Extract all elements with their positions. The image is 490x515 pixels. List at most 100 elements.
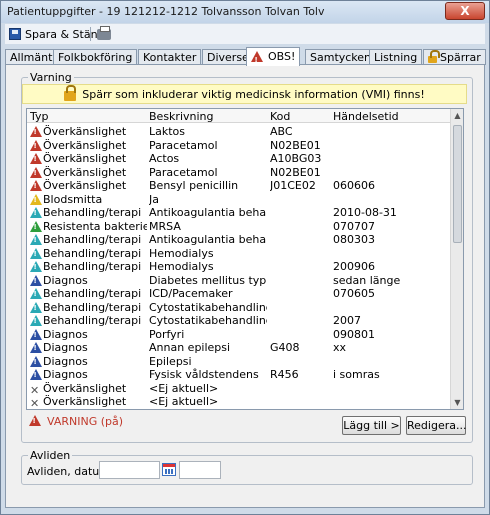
cell-handelsetid: 2007 <box>333 314 361 327</box>
tab-folkbokforing[interactable]: Folkbokföring <box>53 49 138 65</box>
avliden-time-input[interactable] <box>179 461 221 479</box>
cell-typ-text: Behandling/terapi <box>43 206 142 219</box>
table-row[interactable]: Behandling/terapi Hemodialys 200906 <box>27 259 450 273</box>
edit-button[interactable]: Redigera... <box>406 416 466 435</box>
cell-kod: N02BE01 <box>270 165 321 179</box>
table-row[interactable]: ✕ Överkänslighet <Ej aktuell> <box>27 381 450 396</box>
tab-samtycken[interactable]: Samtycken <box>305 49 377 65</box>
table-row[interactable]: Behandling/terapi ICD/Pacemaker 070605 <box>27 286 450 300</box>
tab-sparrar[interactable]: Spärrar <box>423 49 486 65</box>
cell-typ: Behandling/terapi <box>30 287 147 300</box>
toolbar-separator <box>90 27 91 41</box>
table-row[interactable]: Diagnos Epilepsi <box>27 354 450 368</box>
tab-obs[interactable]: OBS! <box>246 47 301 67</box>
cell-handelsetid: 060606 <box>333 179 375 192</box>
cell-typ: Diagnos <box>30 368 147 381</box>
cell-beskrivning: Actos <box>149 152 180 165</box>
cell-beskrivning: Bensyl penicillin <box>149 179 239 192</box>
table-row[interactable]: Diagnos Annan epilepsi G408 xx <box>27 340 450 354</box>
cell-typ: Behandling/terapi <box>30 247 147 260</box>
warning-status-text: VARNING (på) <box>47 415 124 428</box>
table-row[interactable]: ✕ Överkänslighet <Ej aktuell> <box>27 394 450 409</box>
column-header-handelsetid[interactable]: Händelsetid <box>333 110 433 123</box>
green-warning-icon <box>30 220 42 232</box>
table-row[interactable]: Behandling/terapi Hemodialys <box>27 246 450 260</box>
cell-kod: R456 <box>270 368 299 381</box>
cell-typ-text: Överkänslighet <box>43 381 127 395</box>
cell-typ-text: Behandling/terapi <box>43 314 142 327</box>
table-row[interactable]: Behandling/terapi Cytostatikabehandling <box>27 300 450 314</box>
cell-typ: Överkänslighet <box>30 139 147 152</box>
table-row[interactable]: Resistenta bakterierMRSA 070707 <box>27 219 450 233</box>
cell-beskrivning: Cytostatikabehandling <box>149 300 267 314</box>
avliden-group-label: Avliden <box>28 449 73 462</box>
floppy-disk-icon <box>9 28 21 40</box>
column-header-beskrivning[interactable]: Beskrivning <box>149 110 267 123</box>
table-row[interactable]: Blodsmitta Ja <box>27 192 450 206</box>
add-button[interactable]: Lägg till > <box>342 416 401 435</box>
table-row[interactable]: Diagnos Diabetes mellitus typ 1 sedan läng… <box>27 273 450 287</box>
blue-warning-icon <box>30 328 42 340</box>
cell-typ: Överkänslighet <box>30 166 147 179</box>
cell-typ: Blodsmitta <box>30 193 147 206</box>
cell-typ: ✕ Överkänslighet <box>30 395 147 409</box>
window-title: Patientuppgifter - 19 121212-1212 Tolvan… <box>7 5 325 18</box>
cell-beskrivning: Antikoagulantia behandling <box>149 206 267 219</box>
blue-warning-icon <box>30 342 42 353</box>
cell-beskrivning: ICD/Pacemaker <box>149 287 233 300</box>
tab-allmant[interactable]: Allmänt <box>5 49 58 65</box>
table-row[interactable]: Diagnos Fysisk våldstendens R456 i somras <box>27 367 450 381</box>
cell-typ-text: Diagnos <box>43 273 88 287</box>
cell-handelsetid: i somras <box>333 368 380 381</box>
calendar-icon[interactable] <box>162 463 176 476</box>
table-row[interactable]: Överkänslighet Paracetamol N02BE01 <box>27 138 450 152</box>
cyan-warning-icon <box>30 301 42 313</box>
cell-handelsetid: 200906 <box>333 260 375 273</box>
cell-typ-text: Överkänslighet <box>43 395 127 408</box>
cell-typ-text: Diagnos <box>43 368 88 381</box>
table-row[interactable]: Överkänslighet Paracetamol N02BE01 <box>27 165 450 179</box>
print-button[interactable] <box>97 25 111 42</box>
vertical-scrollbar[interactable]: ▲ ▼ <box>450 109 463 409</box>
table-row[interactable]: Behandling/terapi Cytostatikabehandling 20… <box>27 313 450 327</box>
cell-typ: Behandling/terapi <box>30 314 147 327</box>
cell-beskrivning: Hemodialys <box>149 246 214 260</box>
cell-beskrivning: <Ej aktuell> <box>149 381 219 395</box>
vmi-banner-text: Spärr som inkluderar viktig medicinsk in… <box>82 87 425 101</box>
cell-typ-text: Överkänslighet <box>43 125 127 138</box>
cross-icon: ✕ <box>30 397 40 409</box>
cell-beskrivning: Hemodialys <box>149 260 214 273</box>
cell-handelsetid: 080303 <box>333 233 375 246</box>
cell-handelsetid: sedan länge <box>333 273 401 287</box>
cell-beskrivning: Paracetamol <box>149 138 218 152</box>
table-row[interactable]: Behandling/terapi Antikoagulantia behandl… <box>27 232 450 246</box>
cell-typ: Överkänslighet <box>30 179 147 192</box>
cell-handelsetid: 070707 <box>333 219 375 233</box>
column-header-kod[interactable]: Kod <box>270 110 332 123</box>
column-header-typ[interactable]: Typ <box>30 110 147 123</box>
table-row[interactable]: Behandling/terapi Antikoagulantia behandl… <box>27 205 450 219</box>
tab-bar: Allmänt Folkbokföring Kontakter Diverse … <box>5 47 486 67</box>
scroll-down-icon[interactable]: ▼ <box>452 396 463 409</box>
table-row[interactable]: Överkänslighet Actos A10BG03 <box>27 151 450 165</box>
tab-kontakter[interactable]: Kontakter <box>138 49 202 65</box>
table-row[interactable]: Överkänslighet Laktos ABC <box>27 124 450 138</box>
cell-kod: ABC <box>270 125 293 138</box>
cyan-warning-icon <box>30 247 42 259</box>
cyan-warning-icon <box>30 261 42 272</box>
cell-handelsetid: 090801 <box>333 327 375 341</box>
scroll-thumb[interactable] <box>453 125 462 243</box>
blue-warning-icon <box>30 274 42 286</box>
tab-listning[interactable]: Listning <box>369 49 423 65</box>
close-button[interactable]: X <box>445 2 485 20</box>
scroll-up-icon[interactable]: ▲ <box>452 109 463 122</box>
table-row[interactable]: Överkänslighet Bensyl penicillin J01CE02 06… <box>27 178 450 192</box>
red-warning-icon <box>250 50 263 67</box>
cell-kod: G408 <box>270 341 300 354</box>
cell-typ-text: Behandling/terapi <box>43 233 142 246</box>
table-header: Typ Beskrivning Kod Händelsetid <box>27 109 450 123</box>
warning-table[interactable]: Typ Beskrivning Kod Händelsetid Överkäns… <box>26 108 464 410</box>
avliden-date-input[interactable] <box>99 461 160 479</box>
cell-typ: Överkänslighet <box>30 152 147 165</box>
table-row[interactable]: Diagnos Porfyri 090801 <box>27 327 450 341</box>
